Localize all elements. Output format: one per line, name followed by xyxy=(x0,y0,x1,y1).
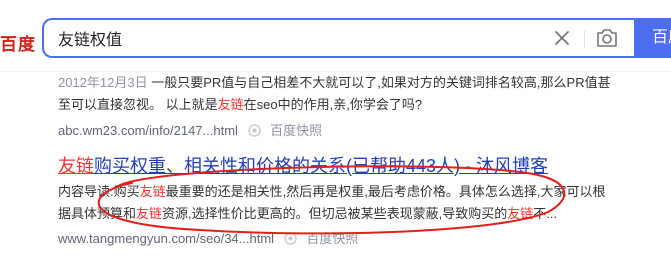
shield-icon xyxy=(284,232,297,245)
snapshot-link[interactable]: 百度快照 xyxy=(306,231,358,246)
snippet-highlight: 友链 xyxy=(507,206,534,221)
snippet-text: 资源,选择性价比更高的。但切忌被某些表现蒙蔽,导致购买的 xyxy=(162,206,508,221)
result-url[interactable]: abc.wm23.com/info/2147...html xyxy=(58,123,238,138)
snippet-text: 在seo中的作用,亲,你学会了吗? xyxy=(243,97,423,112)
snippet-text: 内容导读:购买 xyxy=(58,184,140,199)
snippet-text: 不... xyxy=(533,206,558,221)
search-result-1: 2012年12月3日 一般只要PR值与自己相差不大就可以了,如果对方的关键词排名… xyxy=(58,72,618,141)
search-result-2: 友链购买权重、相关性和价格的关系(已帮助443人) - 沐风博客 内容导读:购买… xyxy=(58,154,618,249)
snippet-highlight: 友链 xyxy=(217,97,244,112)
snapshot-link[interactable]: 百度快照 xyxy=(270,123,322,138)
search-button[interactable]: 百度一下 xyxy=(634,18,671,58)
result-date: 2012年12月3日 xyxy=(58,75,148,90)
snippet-highlight: 友链 xyxy=(136,206,163,221)
result-url-row: www.tangmengyun.com/seo/34...html 百度快照 xyxy=(58,229,618,249)
camera-icon[interactable] xyxy=(595,27,619,49)
snippet-highlight: 友链 xyxy=(139,184,166,199)
search-divider xyxy=(584,30,585,48)
close-icon[interactable] xyxy=(552,28,572,48)
title-text: 购买权重、相关性和价格的关系(已帮助443人) - 沐风博客 xyxy=(94,156,549,176)
baidu-logo[interactable]: 百度 xyxy=(0,30,36,55)
search-header: 百度 百度一下 xyxy=(0,0,671,72)
shield-icon xyxy=(247,124,261,137)
result-title-link[interactable]: 友链购买权重、相关性和价格的关系(已帮助443人) - 沐风博客 xyxy=(58,154,618,178)
title-highlight: 友链 xyxy=(58,156,94,176)
result-url[interactable]: www.tangmengyun.com/seo/34...html xyxy=(58,231,274,246)
result-url-row: abc.wm23.com/info/2147...html 百度快照 xyxy=(58,121,618,141)
result-snippet: 内容导读:购买友链最重要的还是相关性,然后再是权重,最后考虑价格。具体怎么选择,… xyxy=(58,181,618,225)
result-snippet: 2012年12月3日 一般只要PR值与自己相差不大就可以了,如果对方的关键词排名… xyxy=(58,72,618,116)
search-box[interactable] xyxy=(42,18,634,58)
search-input[interactable] xyxy=(58,20,538,56)
